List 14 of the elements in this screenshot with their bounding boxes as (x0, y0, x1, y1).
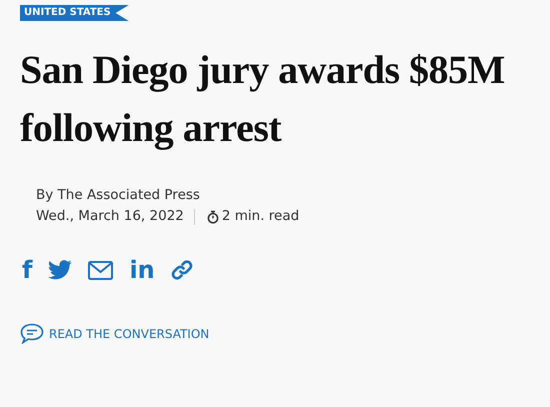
bird-icon[interactable] (48, 260, 72, 280)
read-time: 2 min. read (222, 207, 300, 226)
email-icon[interactable] (88, 260, 114, 280)
share-button[interactable]: in (129, 257, 155, 283)
publish-date: Wed., March 16, 2022 (36, 207, 184, 226)
headline: following arrest (20, 104, 282, 152)
read-conversation-link[interactable]: READ THE CONVERSATION (49, 326, 210, 340)
stopwatch-icon (206, 210, 219, 224)
link-icon[interactable] (170, 259, 193, 281)
headline: San Diego jury awards $85M (20, 46, 505, 94)
share-button[interactable]: f (22, 257, 32, 283)
section-tag[interactable]: UNITED STATES (20, 5, 129, 21)
byline: By The Associated Press (36, 186, 200, 205)
speech-bubble-icon[interactable] (20, 323, 44, 344)
